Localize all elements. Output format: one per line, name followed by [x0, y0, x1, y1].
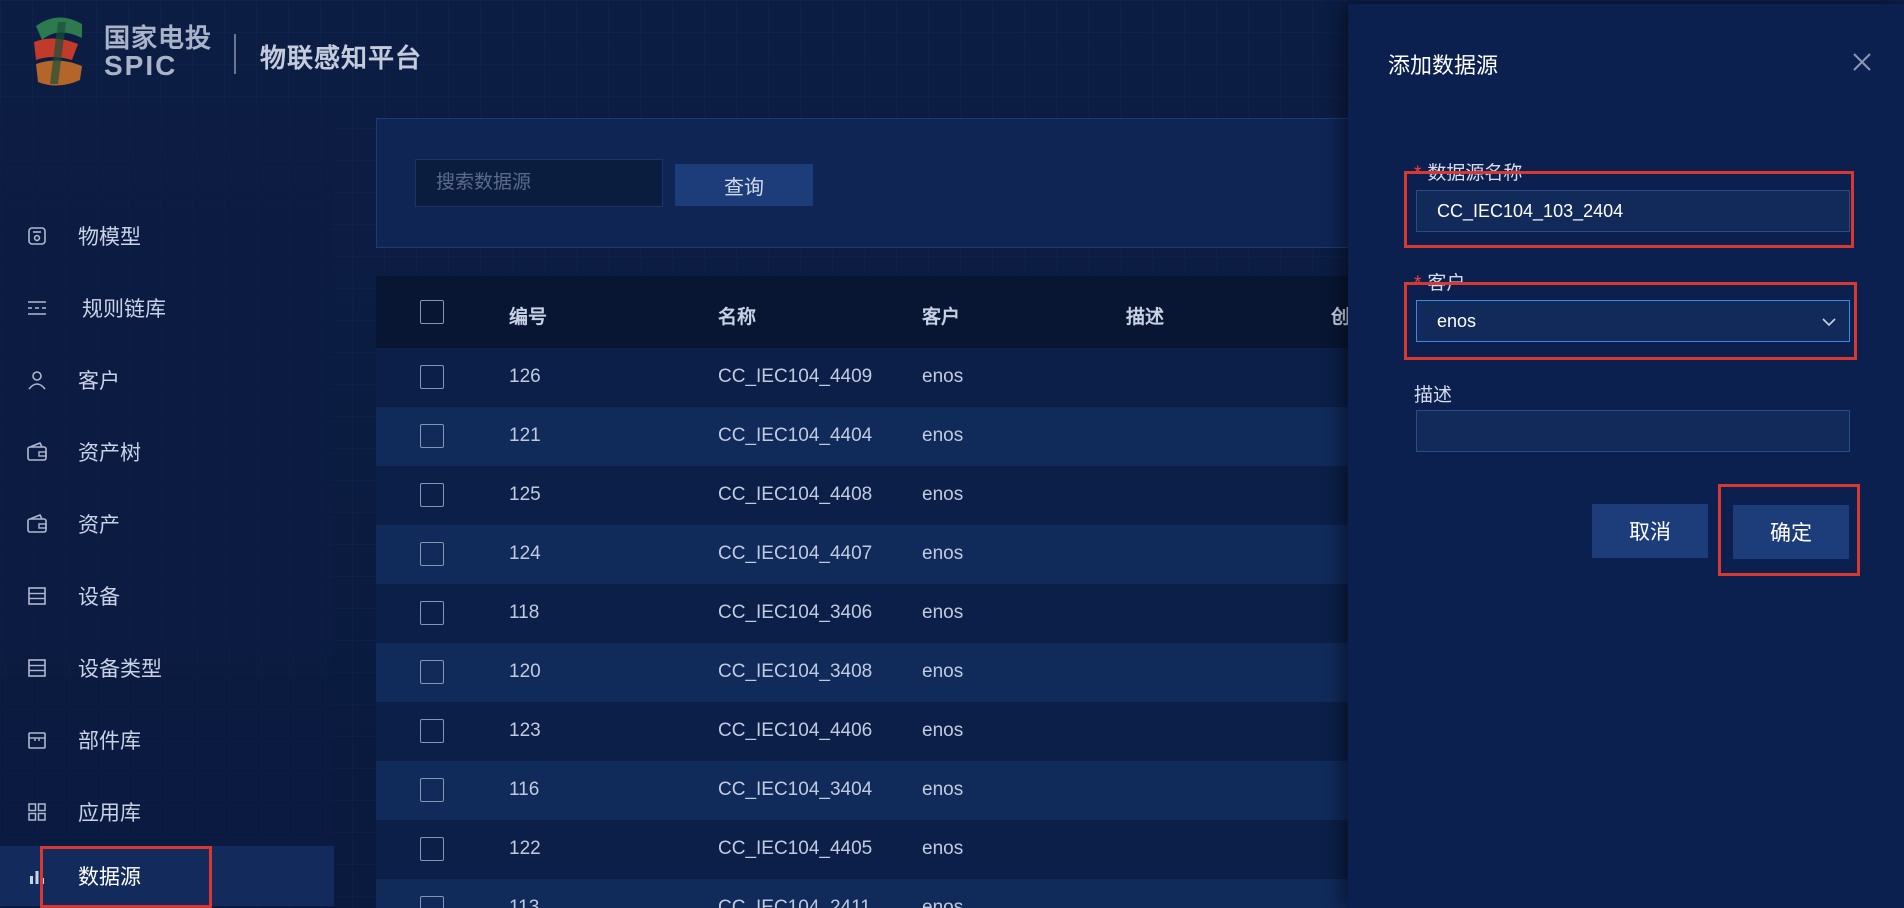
sidebar-item-customer[interactable]: 客户 [0, 350, 334, 410]
sidebar-item-label: 部件库 [78, 730, 141, 753]
cell-customer: enos [922, 779, 964, 800]
spic-logo-icon [34, 17, 82, 86]
cell-id: 125 [509, 484, 541, 505]
cell-name: CC_IEC104_3408 [718, 661, 873, 682]
column-header-id[interactable]: 编号 [509, 302, 547, 329]
cell-id: 121 [509, 425, 541, 446]
cell-id: 118 [509, 602, 540, 623]
sidebar: 物模型 规则链库 客户 资产树 资产 设备 设备类型 部件库 应用库 数据源 [0, 104, 334, 908]
cell-customer: enos [922, 897, 964, 908]
drawer-title: 添加数据源 [1388, 53, 1499, 78]
sidebar-item-rule-chain[interactable]: 规则链库 [0, 278, 334, 338]
cell-name: CC_IEC104_4408 [718, 484, 873, 505]
column-header-name[interactable]: 名称 [718, 302, 756, 329]
sidebar-item-label: 资产树 [78, 442, 141, 465]
sidebar-item-label: 资产 [78, 514, 120, 537]
row-checkbox[interactable] [420, 660, 444, 684]
description-field-label: 描述 [1414, 385, 1453, 406]
row-checkbox[interactable] [420, 542, 444, 566]
cell-id: 122 [509, 838, 541, 859]
sidebar-item-asset[interactable]: 资产 [0, 494, 334, 554]
user-icon [26, 369, 48, 391]
description-field[interactable] [1416, 410, 1850, 452]
cell-name: CC_IEC104_3404 [718, 779, 873, 800]
required-mark: * [1414, 163, 1422, 184]
box-icon [26, 729, 48, 751]
wallet-icon [26, 441, 48, 463]
row-checkbox[interactable] [420, 365, 444, 389]
server-icon [26, 657, 48, 679]
sidebar-item-device[interactable]: 设备 [0, 566, 334, 626]
sidebar-item-label: 客户 [78, 370, 120, 393]
cell-id: 126 [509, 366, 541, 387]
cell-name: CC_IEC104_4404 [718, 425, 873, 446]
close-icon[interactable] [1848, 48, 1876, 76]
cell-customer: enos [922, 602, 964, 623]
search-input[interactable] [415, 159, 663, 207]
row-checkbox[interactable] [420, 837, 444, 861]
cell-customer: enos [922, 484, 964, 505]
row-checkbox[interactable] [420, 601, 444, 625]
cell-id: 124 [509, 543, 541, 564]
grid-icon [26, 801, 48, 823]
app-root: 国家电投 SPIC 物联感知平台 物模型 规则链库 客户 资产树 资产 设备 设… [0, 0, 1904, 908]
add-data-source-drawer: 添加数据源 * 数据源名称 CC_IEC104_103_2404 * 客户 enos… [1348, 4, 1904, 908]
sidebar-item-label: 设备类型 [78, 658, 162, 681]
cell-name: CC_IEC104_4409 [718, 366, 873, 387]
cell-name: CC_IEC104_4405 [718, 838, 873, 859]
select-all-checkbox[interactable] [420, 300, 444, 324]
cell-customer: enos [922, 720, 964, 741]
cell-name: CC_IEC104_3406 [718, 602, 873, 623]
chevron-down-icon [1822, 318, 1836, 327]
row-checkbox[interactable] [420, 896, 444, 908]
customer-field-label: * 客户 [1414, 273, 1466, 294]
confirm-button[interactable]: 确定 [1733, 505, 1849, 559]
wallet-icon [26, 513, 48, 535]
cell-name: CC_IEC104_4407 [718, 543, 873, 564]
sidebar-item-label: 规则链库 [82, 298, 166, 321]
column-header-customer[interactable]: 客户 [922, 302, 960, 329]
cell-name: CC_IEC104_2411 [718, 897, 871, 908]
model-icon [26, 225, 48, 247]
sidebar-item-asset-tree[interactable]: 资产树 [0, 422, 334, 482]
data-source-name-field[interactable]: CC_IEC104_103_2404 [1416, 190, 1850, 232]
cell-customer: enos [922, 661, 964, 682]
cell-name: CC_IEC104_4406 [718, 720, 873, 741]
sidebar-item-device-type[interactable]: 设备类型 [0, 638, 334, 698]
customer-select[interactable]: enos [1416, 300, 1850, 342]
required-mark: * [1414, 273, 1422, 294]
cancel-button[interactable]: 取消 [1592, 504, 1708, 558]
query-button[interactable]: 查询 [675, 164, 813, 206]
sidebar-item-label: 应用库 [78, 802, 141, 825]
sidebar-item-data-source[interactable]: 数据源 [0, 846, 334, 906]
cell-customer: enos [922, 425, 964, 446]
data-source-name-value: CC_IEC104_103_2404 [1437, 200, 1624, 221]
row-checkbox[interactable] [420, 483, 444, 507]
cell-id: 113 [509, 897, 540, 908]
cell-id: 116 [509, 779, 540, 800]
bar-chart-icon [26, 865, 48, 887]
sidebar-item-label: 物模型 [78, 226, 141, 249]
cell-id: 123 [509, 720, 541, 741]
sidebar-item-label: 数据源 [78, 866, 141, 889]
sidebar-item-thing-model[interactable]: 物模型 [0, 206, 334, 266]
column-header-description[interactable]: 描述 [1126, 302, 1164, 329]
cell-customer: enos [922, 838, 964, 859]
cell-id: 120 [509, 661, 541, 682]
server-icon [26, 585, 48, 607]
rule-chain-icon [26, 297, 48, 319]
sidebar-item-label: 设备 [78, 586, 120, 609]
cell-customer: enos [922, 543, 964, 564]
row-checkbox[interactable] [420, 719, 444, 743]
logo-text-en: SPIC [104, 50, 178, 81]
cell-customer: enos [922, 366, 964, 387]
header-divider [234, 34, 236, 74]
name-field-label: * 数据源名称 [1414, 163, 1523, 184]
row-checkbox[interactable] [420, 424, 444, 448]
sidebar-item-app-library[interactable]: 应用库 [0, 782, 334, 842]
customer-select-value: enos [1437, 310, 1477, 331]
app-title: 物联感知平台 [260, 43, 423, 73]
row-checkbox[interactable] [420, 778, 444, 802]
sidebar-item-component-library[interactable]: 部件库 [0, 710, 334, 770]
